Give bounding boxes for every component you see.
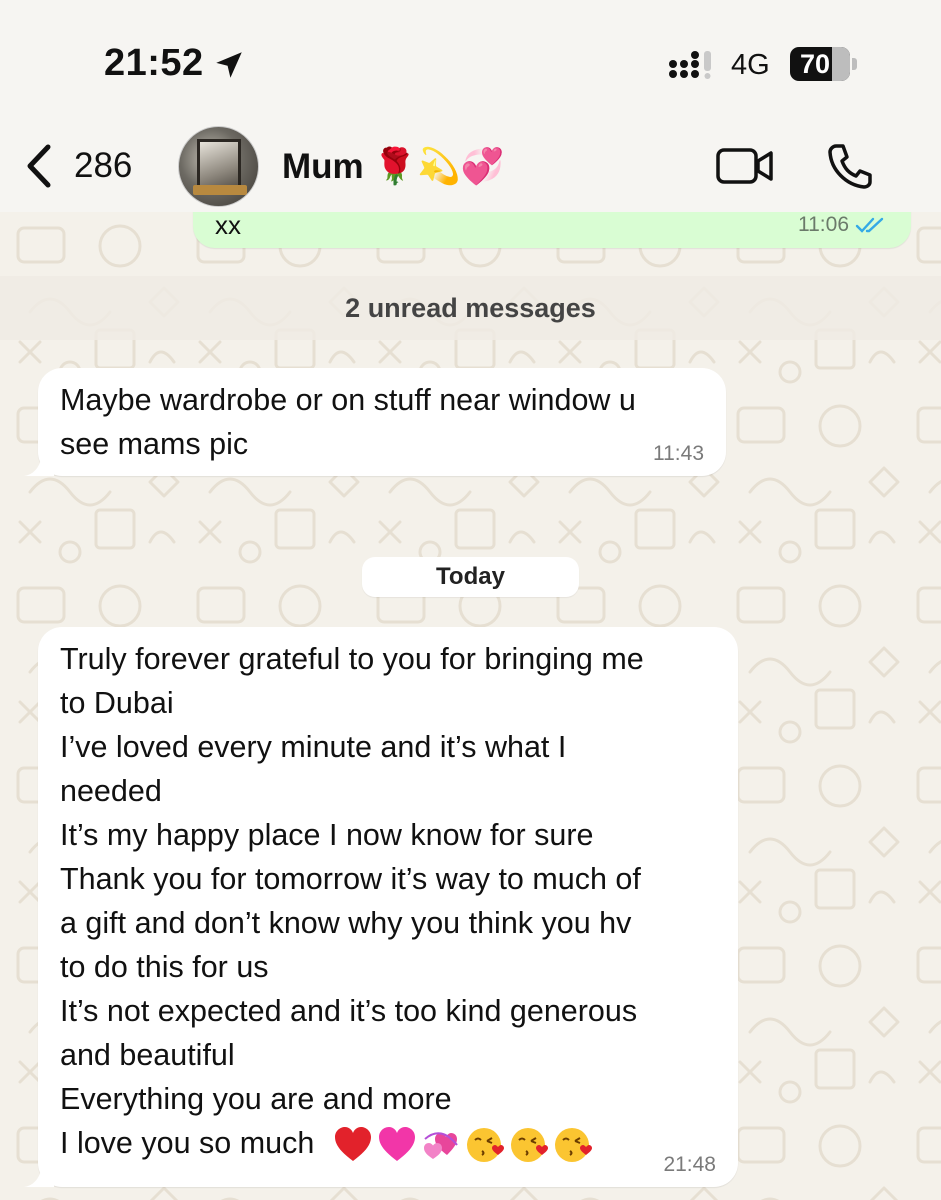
message-line: Thank you for tomorrow it’s way to much … bbox=[60, 862, 641, 896]
message-line: Truly forever grateful to you for bringi… bbox=[60, 642, 644, 676]
bubble-tail bbox=[24, 1167, 54, 1187]
contact-name[interactable]: Mum 🌹💫💞 bbox=[282, 146, 504, 187]
chevron-left-icon bbox=[27, 144, 51, 188]
message-line: needed bbox=[60, 774, 162, 808]
signal-strength-icon bbox=[669, 51, 711, 79]
chat-area[interactable]: xx 11:06 2 unread messages Maybe wardrob… bbox=[0, 212, 941, 1200]
message-line: to Dubai bbox=[60, 686, 174, 720]
message-time: 21:48 bbox=[663, 1153, 716, 1176]
pink-heart-icon bbox=[378, 1126, 415, 1161]
avatar-photo-stand bbox=[193, 185, 247, 195]
location-arrow-icon bbox=[216, 52, 242, 78]
network-type: 4G bbox=[731, 49, 770, 81]
status-bar: 21:52 4G 70 bbox=[0, 0, 941, 120]
message-line: and beautiful bbox=[60, 1038, 235, 1072]
outgoing-message-meta: 11:06 bbox=[798, 213, 885, 237]
outgoing-message-text: xx bbox=[215, 212, 241, 240]
message-line: I’ve loved every minute and it’s what I bbox=[60, 730, 567, 764]
kissing-face-icon bbox=[466, 1127, 504, 1162]
avatar[interactable] bbox=[178, 126, 259, 207]
battery-level: 70 bbox=[799, 49, 831, 79]
battery-cap bbox=[852, 58, 857, 70]
revolving-hearts-icon bbox=[423, 1132, 458, 1159]
status-time: 21:52 bbox=[104, 42, 204, 84]
message-line: It’s not expected and it’s too kind gene… bbox=[60, 994, 638, 1028]
unread-chats-count: 286 bbox=[74, 146, 133, 185]
red-heart-icon bbox=[334, 1126, 371, 1161]
double-check-read-icon bbox=[855, 217, 884, 233]
emoji-row bbox=[333, 1125, 597, 1165]
phone-icon[interactable] bbox=[826, 142, 872, 190]
date-separator-label: Today bbox=[436, 563, 505, 590]
message-line: It’s my happy place I now know for sure bbox=[60, 818, 594, 852]
message-time: 11:43 bbox=[653, 442, 704, 465]
outgoing-message-bubble[interactable]: xx 11:06 bbox=[193, 212, 911, 248]
battery-icon: 70 bbox=[790, 47, 850, 81]
kissing-face-icon bbox=[554, 1127, 592, 1162]
video-camera-icon[interactable] bbox=[716, 146, 774, 186]
outgoing-message-time: 11:06 bbox=[798, 213, 849, 236]
unread-messages-banner: 2 unread messages bbox=[0, 276, 941, 340]
message-line: Everything you are and more bbox=[60, 1082, 452, 1116]
date-separator: Today bbox=[362, 557, 579, 597]
back-button[interactable]: 286 bbox=[22, 136, 152, 196]
message-line: to do this for us bbox=[60, 950, 269, 984]
bubble-tail bbox=[24, 456, 54, 476]
kissing-face-icon bbox=[510, 1127, 548, 1162]
message-line: Maybe wardrobe or on stuff near window u bbox=[60, 383, 636, 417]
incoming-message-bubble[interactable]: Truly forever grateful to you for bringi… bbox=[24, 627, 738, 1187]
incoming-message-bubble[interactable]: Maybe wardrobe or on stuff near window u… bbox=[24, 368, 726, 476]
unread-messages-label: 2 unread messages bbox=[345, 293, 596, 323]
chat-header: 286 Mum 🌹💫💞 bbox=[0, 120, 941, 212]
message-line: a gift and don’t know why you think you … bbox=[60, 906, 632, 940]
message-last-line: I love you so much bbox=[60, 1121, 597, 1165]
message-line: I love you so much bbox=[60, 1126, 315, 1160]
message-line: see mams pic bbox=[60, 427, 249, 461]
